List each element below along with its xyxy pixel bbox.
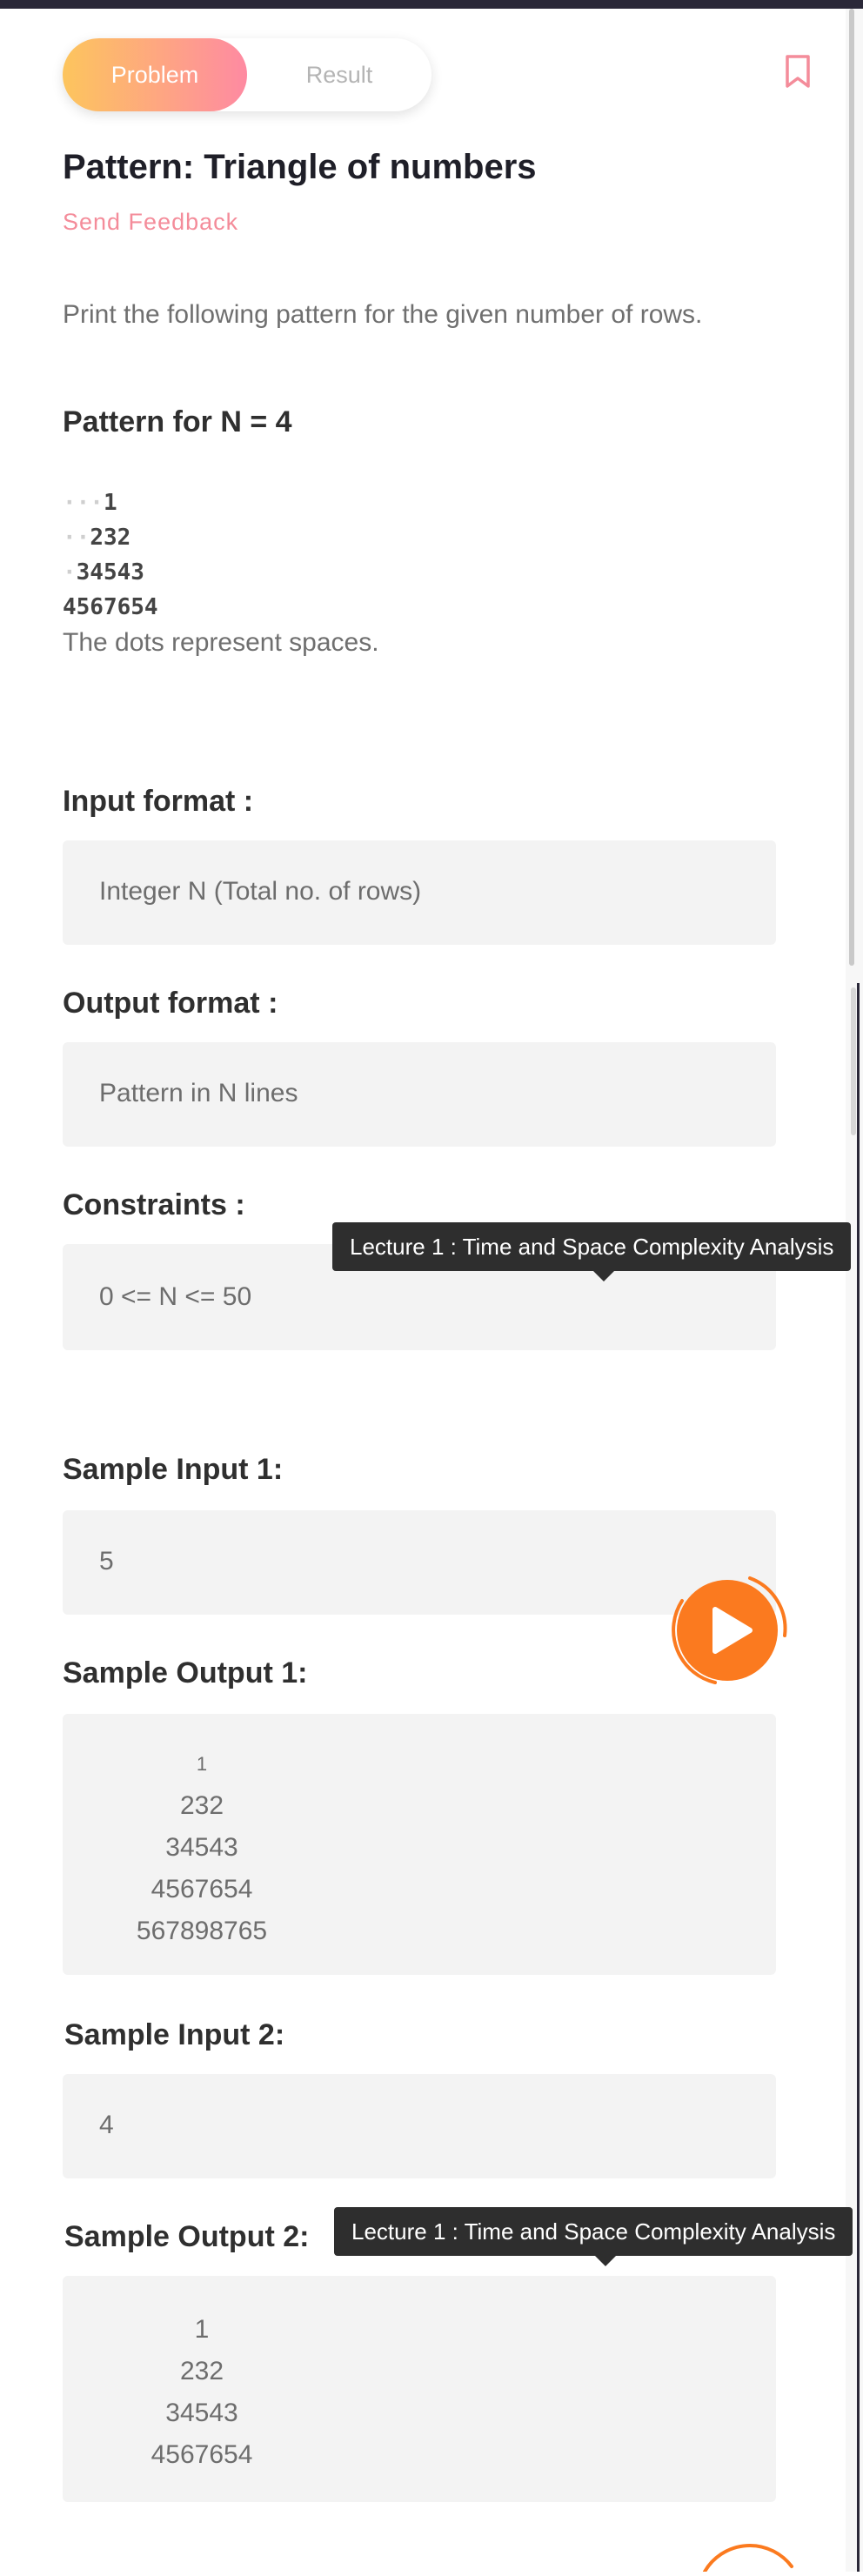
bookmark-icon[interactable]	[785, 54, 811, 89]
output-line: 4567654	[151, 2440, 253, 2469]
sample-input-2-value: 4	[99, 2111, 114, 2139]
sample-input-1-value: 5	[99, 1547, 114, 1576]
output-line: 34543	[165, 2399, 238, 2427]
panel-divider	[857, 983, 860, 2572]
output-line: 1	[196, 1753, 208, 1775]
input-format-value: Integer N (Total no. of rows)	[99, 877, 422, 906]
sample-output-1-label: Sample Output 1:	[63, 1656, 308, 1689]
sample-output-2-label: Sample Output 2:	[64, 2220, 310, 2253]
input-format-box: Integer N (Total no. of rows)	[63, 840, 776, 945]
send-feedback-link[interactable]: Send Feedback	[63, 209, 238, 236]
input-format-label: Input format :	[63, 785, 254, 818]
play-video-button-partial[interactable]	[696, 2540, 800, 2573]
problem-description: Print the following pattern for the give…	[63, 300, 703, 329]
output-line: 1	[194, 2315, 210, 2344]
output-line: 4567654	[151, 1875, 253, 1904]
scrollbar-track[interactable]	[846, 9, 863, 2572]
output-line: 232	[179, 2357, 224, 2385]
top-bar	[0, 0, 863, 9]
sample-input-2-box: 4	[63, 2074, 776, 2178]
sample-output-1-lines: 1 232 34543 4567654 567898765	[63, 1743, 341, 1952]
output-format-value: Pattern in N lines	[99, 1079, 298, 1107]
tab-problem[interactable]: Problem	[63, 38, 247, 111]
pattern-row: ··232	[63, 525, 131, 551]
output-format-label: Output format :	[63, 987, 278, 1020]
lecture-tooltip: Lecture 1 : Time and Space Complexity An…	[332, 1222, 852, 1281]
sample-input-1-label: Sample Input 1:	[63, 1453, 284, 1486]
output-format-box: Pattern in N lines	[63, 1042, 776, 1147]
dots-note: The dots represent spaces.	[63, 628, 379, 657]
pattern-row: ···1	[63, 490, 117, 516]
play-video-button[interactable]	[663, 1566, 793, 1696]
output-line: 34543	[165, 1833, 238, 1862]
pattern-row: ·34543	[63, 559, 144, 585]
constraints-label: Constraints :	[63, 1188, 245, 1221]
output-line: 567898765	[136, 1917, 268, 1945]
tab-result[interactable]: Result	[247, 38, 432, 111]
sample-output-2-lines: 1 232 34543 4567654	[63, 2309, 341, 2476]
sample-input-2-label: Sample Input 2:	[64, 2018, 285, 2051]
play-icon	[672, 1576, 787, 1684]
lecture-tooltip: Lecture 1 : Time and Space Complexity An…	[334, 2207, 853, 2266]
pattern-row: 4567654	[63, 594, 158, 620]
page-title: Pattern: Triangle of numbers	[63, 148, 537, 186]
sample-output-2-box: 1 232 34543 4567654	[63, 2276, 776, 2502]
pattern-heading: Pattern for N = 4	[63, 405, 292, 438]
scrollbar-thumb-secondary[interactable]	[851, 987, 856, 1135]
constraints-value: 0 <= N <= 50	[99, 1282, 252, 1311]
problem-result-tabs: Problem Result	[63, 38, 432, 111]
scrollbar-thumb[interactable]	[849, 9, 854, 966]
sample-output-1-box: 1 232 34543 4567654 567898765	[63, 1714, 776, 1975]
output-line: 232	[179, 1791, 224, 1820]
